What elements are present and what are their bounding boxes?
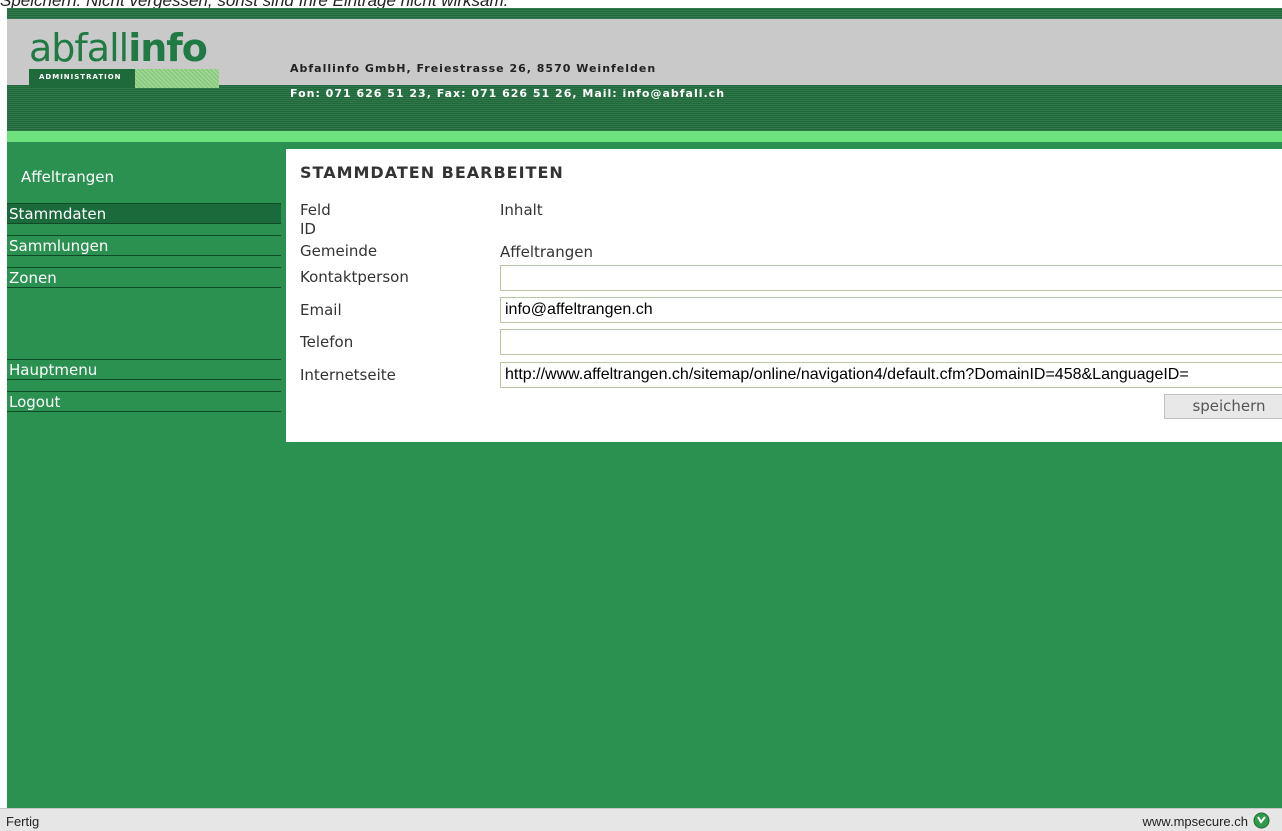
- id-label: ID: [300, 220, 316, 238]
- edit-panel: STAMMDATEN BEARBEITEN Feld Inhalt ID Gem…: [286, 149, 1282, 442]
- email-field[interactable]: [500, 297, 1282, 323]
- kontaktperson-field[interactable]: [500, 265, 1282, 291]
- nav-item-sammlungen[interactable]: Sammlungen: [7, 235, 281, 256]
- logo-word-info: info: [128, 26, 208, 70]
- save-button[interactable]: speichern: [1164, 394, 1282, 419]
- sidebar-municipality-title: Affeltrangen: [21, 168, 114, 186]
- kontaktperson-label: Kontaktperson: [300, 268, 409, 286]
- company-contact: Fon: 071 626 51 23, Fax: 071 626 51 26, …: [290, 87, 726, 100]
- secure-site-icon: [1253, 812, 1270, 829]
- logo-subtitle: ADMINISTRATION: [39, 73, 122, 81]
- logo-dither: [135, 69, 219, 88]
- status-bar: Fertig www.mpsecure.ch: [0, 808, 1282, 831]
- nav-item-logout[interactable]: Logout: [7, 391, 281, 412]
- status-text: Fertig: [6, 814, 40, 829]
- status-domain: www.mpsecure.ch: [1142, 814, 1248, 829]
- column-header-content: Inhalt: [500, 201, 543, 219]
- header-accent-band: [7, 131, 1282, 142]
- logo-word-abfall: abfall: [29, 26, 129, 70]
- company-address: Abfallinfo GmbH, Freiestrasse 26, 8570 W…: [290, 62, 657, 75]
- email-label: Email: [300, 301, 342, 319]
- telefon-label: Telefon: [300, 333, 354, 351]
- app-frame: abfallinfo ADMINISTRATION Abfallinfo Gmb…: [7, 8, 1282, 808]
- nav-item-zonen[interactable]: Zonen: [7, 267, 281, 288]
- column-header-field: Feld: [300, 201, 331, 219]
- internetseite-label: Internetseite: [300, 366, 396, 384]
- gemeinde-label: Gemeinde: [300, 242, 378, 260]
- telefon-field[interactable]: [500, 329, 1282, 355]
- nav-item-stammdaten[interactable]: Stammdaten: [7, 203, 281, 224]
- nav-item-hauptmenu[interactable]: Hauptmenu: [7, 359, 281, 380]
- page-title: STAMMDATEN BEARBEITEN: [300, 163, 564, 182]
- logo: abfallinfo ADMINISTRATION: [29, 26, 219, 88]
- logo-admin-bar: ADMINISTRATION: [29, 69, 219, 88]
- internetseite-field[interactable]: [500, 362, 1282, 388]
- header-topline: [7, 8, 1282, 19]
- gemeinde-value: Affeltrangen: [500, 243, 593, 261]
